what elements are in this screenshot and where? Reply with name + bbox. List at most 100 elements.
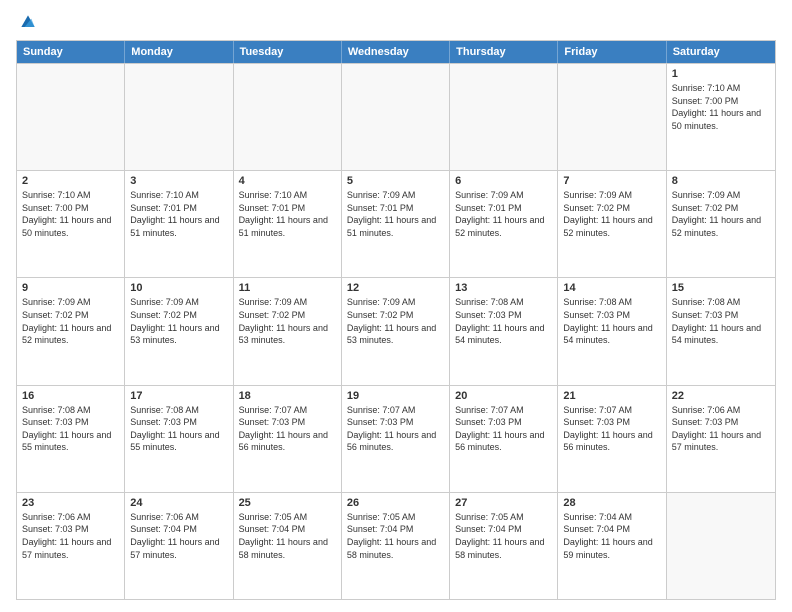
day-info: Sunrise: 7:09 AM Sunset: 7:02 PM Dayligh… <box>130 296 227 346</box>
calendar-day-14: 14 Sunrise: 7:08 AM Sunset: 7:03 PM Dayli… <box>558 278 666 384</box>
calendar-day-11: 11Sunrise: 7:09 AM Sunset: 7:02 PM Dayli… <box>234 278 342 384</box>
calendar-day-24: 24Sunrise: 7:06 AM Sunset: 7:04 PM Dayli… <box>125 493 233 599</box>
day-number: 19 <box>347 390 444 402</box>
day-number: 6 <box>455 175 552 187</box>
calendar-cell-empty <box>234 64 342 170</box>
day-info: Sunrise: 7:09 AM Sunset: 7:01 PM Dayligh… <box>455 189 552 239</box>
calendar-day-22: 22 Sunrise: 7:06 AM Sunset: 7:03 PM Dayli… <box>667 386 775 492</box>
calendar-day-18: 18Sunrise: 7:07 AM Sunset: 7:03 PM Dayli… <box>234 386 342 492</box>
day-number: 17 <box>130 390 227 402</box>
day-number: 2 <box>22 175 119 187</box>
calendar-day-3: 3 Sunrise: 7:10 AM Sunset: 7:01 PM Daylig… <box>125 171 233 277</box>
logo <box>16 12 38 32</box>
day-info: Sunrise: 7:09 AM Sunset: 7:02 PM Dayligh… <box>347 296 444 346</box>
day-number: 24 <box>130 497 227 509</box>
day-number: 23 <box>22 497 119 509</box>
calendar-cell-empty <box>450 64 558 170</box>
day-number: 13 <box>455 282 552 294</box>
page-header <box>16 12 776 32</box>
calendar-day-16: 16 Sunrise: 7:08 AM Sunset: 7:03 PM Dayli… <box>17 386 125 492</box>
day-number: 10 <box>130 282 227 294</box>
calendar-day-12: 12 Sunrise: 7:09 AM Sunset: 7:02 PM Dayli… <box>342 278 450 384</box>
day-number: 14 <box>563 282 660 294</box>
calendar-day-21: 21 Sunrise: 7:07 AM Sunset: 7:03 PM Dayli… <box>558 386 666 492</box>
calendar-day-23: 23 Sunrise: 7:06 AM Sunset: 7:03 PM Dayli… <box>17 493 125 599</box>
day-info: Sunrise: 7:07 AM Sunset: 7:03 PM Dayligh… <box>563 404 660 454</box>
day-number: 3 <box>130 175 227 187</box>
day-number: 18 <box>239 390 336 402</box>
calendar-cell-empty <box>125 64 233 170</box>
weekday-header-wednesday: Wednesday <box>342 41 450 63</box>
calendar-week-5: 23 Sunrise: 7:06 AM Sunset: 7:03 PM Dayli… <box>17 492 775 599</box>
day-number: 15 <box>672 282 770 294</box>
calendar-day-8: 8 Sunrise: 7:09 AM Sunset: 7:02 PM Daylig… <box>667 171 775 277</box>
day-info: Sunrise: 7:08 AM Sunset: 7:03 PM Dayligh… <box>22 404 119 454</box>
day-info: Sunrise: 7:05 AM Sunset: 7:04 PM Dayligh… <box>239 511 336 561</box>
day-number: 16 <box>22 390 119 402</box>
day-info: Sunrise: 7:05 AM Sunset: 7:04 PM Dayligh… <box>455 511 552 561</box>
day-info: Sunrise: 7:09 AM Sunset: 7:01 PM Dayligh… <box>347 189 444 239</box>
day-info: Sunrise: 7:08 AM Sunset: 7:03 PM Dayligh… <box>563 296 660 346</box>
calendar: SundayMondayTuesdayWednesdayThursdayFrid… <box>16 40 776 600</box>
day-info: Sunrise: 7:08 AM Sunset: 7:03 PM Dayligh… <box>455 296 552 346</box>
day-number: 27 <box>455 497 552 509</box>
day-info: Sunrise: 7:08 AM Sunset: 7:03 PM Dayligh… <box>672 296 770 346</box>
weekday-header-saturday: Saturday <box>667 41 775 63</box>
calendar-day-7: 7 Sunrise: 7:09 AM Sunset: 7:02 PM Daylig… <box>558 171 666 277</box>
calendar-week-1: 1 Sunrise: 7:10 AM Sunset: 7:00 PM Daylig… <box>17 63 775 170</box>
day-number: 8 <box>672 175 770 187</box>
calendar-day-28: 28 Sunrise: 7:04 AM Sunset: 7:04 PM Dayli… <box>558 493 666 599</box>
day-info: Sunrise: 7:09 AM Sunset: 7:02 PM Dayligh… <box>563 189 660 239</box>
calendar-day-4: 4 Sunrise: 7:10 AM Sunset: 7:01 PM Daylig… <box>234 171 342 277</box>
day-info: Sunrise: 7:10 AM Sunset: 7:01 PM Dayligh… <box>130 189 227 239</box>
day-number: 21 <box>563 390 660 402</box>
weekday-header-sunday: Sunday <box>17 41 125 63</box>
calendar-day-17: 17 Sunrise: 7:08 AM Sunset: 7:03 PM Dayli… <box>125 386 233 492</box>
day-info: Sunrise: 7:08 AM Sunset: 7:03 PM Dayligh… <box>130 404 227 454</box>
calendar-day-6: 6 Sunrise: 7:09 AM Sunset: 7:01 PM Daylig… <box>450 171 558 277</box>
calendar-cell-empty <box>17 64 125 170</box>
weekday-header-monday: Monday <box>125 41 233 63</box>
logo-icon <box>18 12 38 32</box>
day-info: Sunrise: 7:09 AM Sunset: 7:02 PM Dayligh… <box>239 296 336 346</box>
day-number: 12 <box>347 282 444 294</box>
calendar-cell-empty <box>558 64 666 170</box>
calendar-day-26: 26Sunrise: 7:05 AM Sunset: 7:04 PM Dayli… <box>342 493 450 599</box>
calendar-day-2: 2 Sunrise: 7:10 AM Sunset: 7:00 PM Daylig… <box>17 171 125 277</box>
calendar-day-27: 27 Sunrise: 7:05 AM Sunset: 7:04 PM Dayli… <box>450 493 558 599</box>
day-info: Sunrise: 7:05 AM Sunset: 7:04 PM Dayligh… <box>347 511 444 561</box>
calendar-week-4: 16 Sunrise: 7:08 AM Sunset: 7:03 PM Dayli… <box>17 385 775 492</box>
day-info: Sunrise: 7:10 AM Sunset: 7:00 PM Dayligh… <box>672 82 770 132</box>
day-info: Sunrise: 7:06 AM Sunset: 7:03 PM Dayligh… <box>672 404 770 454</box>
calendar-cell-empty <box>667 493 775 599</box>
day-number: 9 <box>22 282 119 294</box>
calendar-day-20: 20 Sunrise: 7:07 AM Sunset: 7:03 PM Dayli… <box>450 386 558 492</box>
weekday-header-thursday: Thursday <box>450 41 558 63</box>
calendar-week-2: 2 Sunrise: 7:10 AM Sunset: 7:00 PM Daylig… <box>17 170 775 277</box>
weekday-header-friday: Friday <box>558 41 666 63</box>
day-info: Sunrise: 7:10 AM Sunset: 7:01 PM Dayligh… <box>239 189 336 239</box>
day-number: 22 <box>672 390 770 402</box>
calendar-day-1: 1 Sunrise: 7:10 AM Sunset: 7:00 PM Daylig… <box>667 64 775 170</box>
calendar-cell-empty <box>342 64 450 170</box>
calendar-day-15: 15 Sunrise: 7:08 AM Sunset: 7:03 PM Dayli… <box>667 278 775 384</box>
calendar-day-10: 10 Sunrise: 7:09 AM Sunset: 7:02 PM Dayli… <box>125 278 233 384</box>
day-info: Sunrise: 7:07 AM Sunset: 7:03 PM Dayligh… <box>455 404 552 454</box>
calendar-header: SundayMondayTuesdayWednesdayThursdayFrid… <box>17 41 775 63</box>
day-number: 28 <box>563 497 660 509</box>
day-info: Sunrise: 7:04 AM Sunset: 7:04 PM Dayligh… <box>563 511 660 561</box>
calendar-week-3: 9 Sunrise: 7:09 AM Sunset: 7:02 PM Daylig… <box>17 277 775 384</box>
day-number: 20 <box>455 390 552 402</box>
day-info: Sunrise: 7:06 AM Sunset: 7:03 PM Dayligh… <box>22 511 119 561</box>
day-number: 4 <box>239 175 336 187</box>
day-info: Sunrise: 7:09 AM Sunset: 7:02 PM Dayligh… <box>672 189 770 239</box>
calendar-body: 1 Sunrise: 7:10 AM Sunset: 7:00 PM Daylig… <box>17 63 775 599</box>
calendar-day-5: 5Sunrise: 7:09 AM Sunset: 7:01 PM Daylig… <box>342 171 450 277</box>
day-info: Sunrise: 7:07 AM Sunset: 7:03 PM Dayligh… <box>347 404 444 454</box>
day-info: Sunrise: 7:10 AM Sunset: 7:00 PM Dayligh… <box>22 189 119 239</box>
weekday-header-tuesday: Tuesday <box>234 41 342 63</box>
calendar-day-25: 25Sunrise: 7:05 AM Sunset: 7:04 PM Dayli… <box>234 493 342 599</box>
day-number: 1 <box>672 68 770 80</box>
calendar-day-19: 19 Sunrise: 7:07 AM Sunset: 7:03 PM Dayli… <box>342 386 450 492</box>
day-number: 7 <box>563 175 660 187</box>
